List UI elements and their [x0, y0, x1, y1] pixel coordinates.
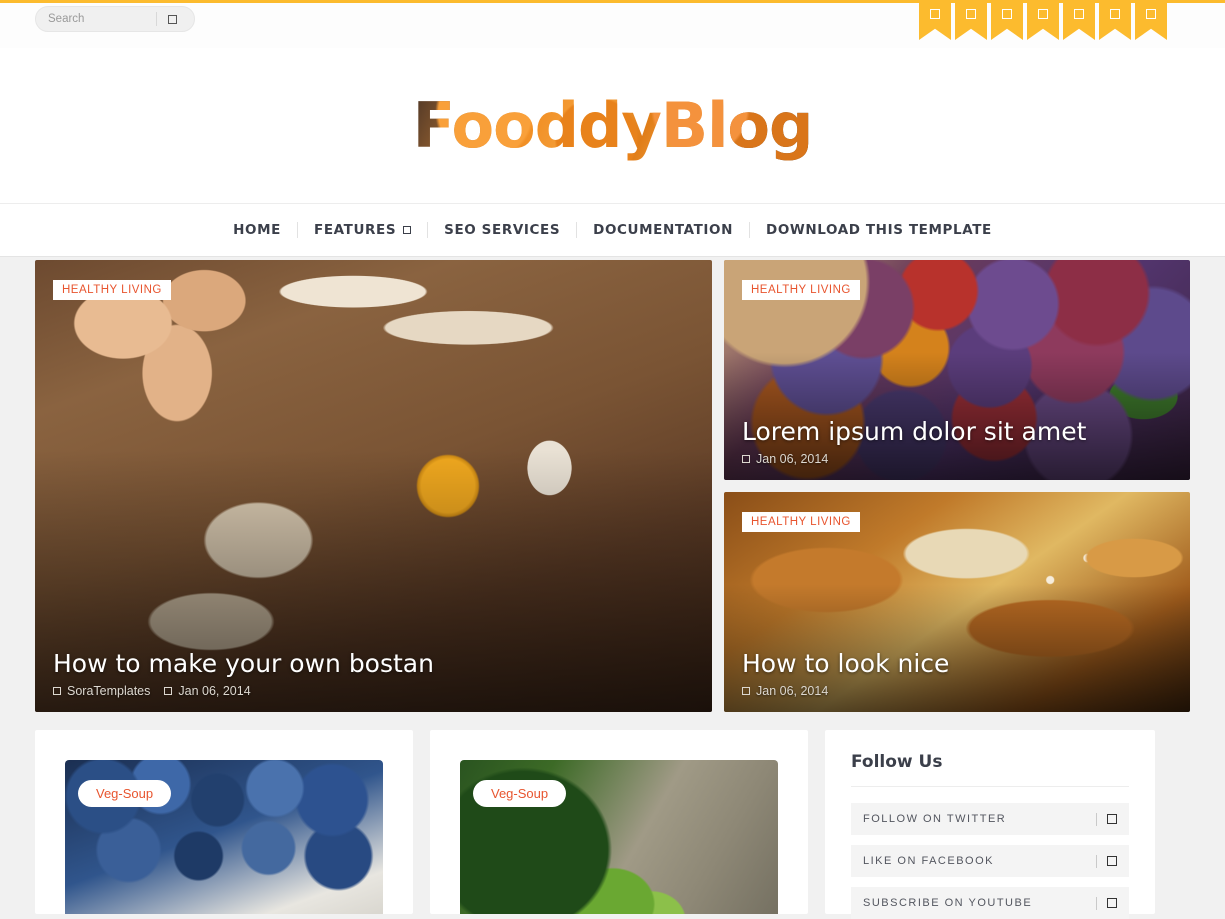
- instagram-icon: [1074, 9, 1084, 19]
- featured-side-1-title[interactable]: Lorem ipsum dolor sit amet: [742, 417, 1086, 446]
- post-card-1: Veg-Soup: [35, 730, 413, 914]
- follow-item-twitter[interactable]: Follow on Twitter: [851, 803, 1129, 835]
- social-ribbon-list: [919, 0, 1167, 40]
- social-link-google-plus[interactable]: [991, 0, 1023, 40]
- nav-item-seo-services[interactable]: SEO Services: [427, 222, 576, 238]
- featured-side-slot-2: HEALTHY LIVING How to look nice Jan 06, …: [724, 492, 1190, 712]
- top-accent-strip: [0, 0, 1225, 3]
- site-logo[interactable]: FooddyBlog: [412, 89, 813, 162]
- search-input[interactable]: [36, 7, 156, 31]
- nav-item-features[interactable]: Features: [297, 222, 427, 238]
- nav-label: Download This Template: [766, 222, 992, 238]
- category-badge[interactable]: HEALTHY LIVING: [742, 512, 860, 532]
- featured-side-slot-1: HEALTHY LIVING Lorem ipsum dolor sit ame…: [724, 260, 1190, 480]
- featured-side-2-meta: How to look nice Jan 06, 2014: [742, 649, 949, 698]
- sidebar: Follow Us Follow on Twitter Like on Face…: [825, 730, 1155, 919]
- follow-item-action: [1096, 854, 1117, 868]
- post-date: Jan 06, 2014: [164, 684, 251, 698]
- social-link-twitter[interactable]: [955, 0, 987, 40]
- post-date: Jan 06, 2014: [742, 684, 828, 698]
- user-icon: [53, 687, 61, 695]
- post-date: Jan 06, 2014: [742, 452, 828, 466]
- content-lower-row: Veg-Soup Veg-Soup Follow Us Follow on Tw…: [35, 730, 1190, 919]
- facebook-icon: [1107, 856, 1117, 866]
- follow-item-youtube[interactable]: Subscribe on YouTube: [851, 887, 1129, 919]
- follow-item-label: Follow on Twitter: [863, 813, 1007, 825]
- social-link-facebook[interactable]: [919, 0, 951, 40]
- youtube-icon: [1110, 9, 1120, 19]
- nav-label: SEO Services: [444, 222, 561, 238]
- twitter-icon: [1107, 814, 1117, 824]
- main-navigation: Home Features SEO Services Documentation…: [0, 203, 1225, 257]
- nav-list: Home Features SEO Services Documentation…: [217, 218, 1008, 242]
- date-text: Jan 06, 2014: [756, 684, 829, 698]
- search-button[interactable]: [157, 7, 187, 31]
- category-badge[interactable]: HEALTHY LIVING: [53, 280, 171, 300]
- date-text: Jan 06, 2014: [178, 684, 251, 698]
- follow-item-facebook[interactable]: Like on Facebook: [851, 845, 1129, 877]
- nav-label: Documentation: [593, 222, 734, 238]
- follow-us-widget-title: Follow Us: [851, 752, 1129, 787]
- featured-side-1-meta: Lorem ipsum dolor sit amet Jan 06, 2014: [742, 417, 1086, 466]
- divider: [1096, 896, 1097, 910]
- image-gradient-overlay: [35, 260, 712, 712]
- nav-label: Features: [314, 222, 397, 238]
- author-name: SoraTemplates: [67, 684, 151, 698]
- social-link-pinterest[interactable]: [1027, 0, 1059, 40]
- twitter-icon: [966, 9, 976, 19]
- post-card-1-tag[interactable]: Veg-Soup: [78, 780, 172, 807]
- featured-side-column: HEALTHY LIVING Lorem ipsum dolor sit ame…: [724, 260, 1190, 712]
- featured-side-2-title[interactable]: How to look nice: [742, 649, 949, 678]
- featured-side-2-submeta: Jan 06, 2014: [742, 684, 949, 698]
- google-plus-icon: [1002, 9, 1012, 19]
- featured-post-main[interactable]: HEALTHY LIVING How to make your own bost…: [35, 260, 712, 712]
- search-icon: [167, 14, 177, 24]
- post-card-2: Veg-Soup: [430, 730, 808, 914]
- facebook-icon: [930, 9, 940, 19]
- nav-item-documentation[interactable]: Documentation: [576, 222, 749, 238]
- rss-icon: [1146, 9, 1156, 19]
- social-link-youtube[interactable]: [1099, 0, 1131, 40]
- site-header: FooddyBlog: [0, 48, 1225, 203]
- post-card-2-thumbnail[interactable]: Veg-Soup: [460, 760, 778, 914]
- social-link-rss[interactable]: [1135, 0, 1167, 40]
- youtube-icon: [1107, 898, 1117, 908]
- featured-side-1-submeta: Jan 06, 2014: [742, 452, 1086, 466]
- post-card-2-tag[interactable]: Veg-Soup: [473, 780, 567, 807]
- calendar-icon: [742, 687, 750, 695]
- featured-main-meta: How to make your own bostan SoraTemplate…: [53, 649, 434, 698]
- post-author: SoraTemplates: [53, 684, 150, 698]
- calendar-icon: [742, 455, 750, 463]
- featured-main-title[interactable]: How to make your own bostan: [53, 649, 434, 678]
- nav-item-download-this-template[interactable]: Download This Template: [749, 222, 1008, 238]
- social-link-instagram[interactable]: [1063, 0, 1095, 40]
- calendar-icon: [164, 687, 173, 695]
- divider: [1096, 854, 1097, 868]
- follow-item-action: [1096, 896, 1117, 910]
- featured-post-side-1[interactable]: HEALTHY LIVING Lorem ipsum dolor sit ame…: [724, 260, 1190, 480]
- featured-posts-grid: HEALTHY LIVING How to make your own bost…: [35, 260, 1190, 712]
- pinterest-icon: [1038, 9, 1048, 19]
- featured-post-side-2[interactable]: HEALTHY LIVING How to look nice Jan 06, …: [724, 492, 1190, 712]
- follow-item-label: Like on Facebook: [863, 855, 994, 867]
- nav-label: Home: [233, 222, 281, 238]
- follow-item-label: Subscribe on YouTube: [863, 897, 1033, 909]
- follow-item-action: [1096, 812, 1117, 826]
- search-box[interactable]: [35, 6, 195, 32]
- chevron-down-icon: [403, 226, 412, 234]
- category-badge[interactable]: HEALTHY LIVING: [742, 280, 860, 300]
- featured-main-slot: HEALTHY LIVING How to make your own bost…: [35, 260, 712, 712]
- nav-item-home[interactable]: Home: [217, 222, 297, 238]
- date-text: Jan 06, 2014: [756, 452, 829, 466]
- divider: [1096, 812, 1097, 826]
- post-card-1-thumbnail[interactable]: Veg-Soup: [65, 760, 383, 914]
- top-bar: [0, 0, 1225, 48]
- featured-main-submeta: SoraTemplates Jan 06, 2014: [53, 684, 434, 698]
